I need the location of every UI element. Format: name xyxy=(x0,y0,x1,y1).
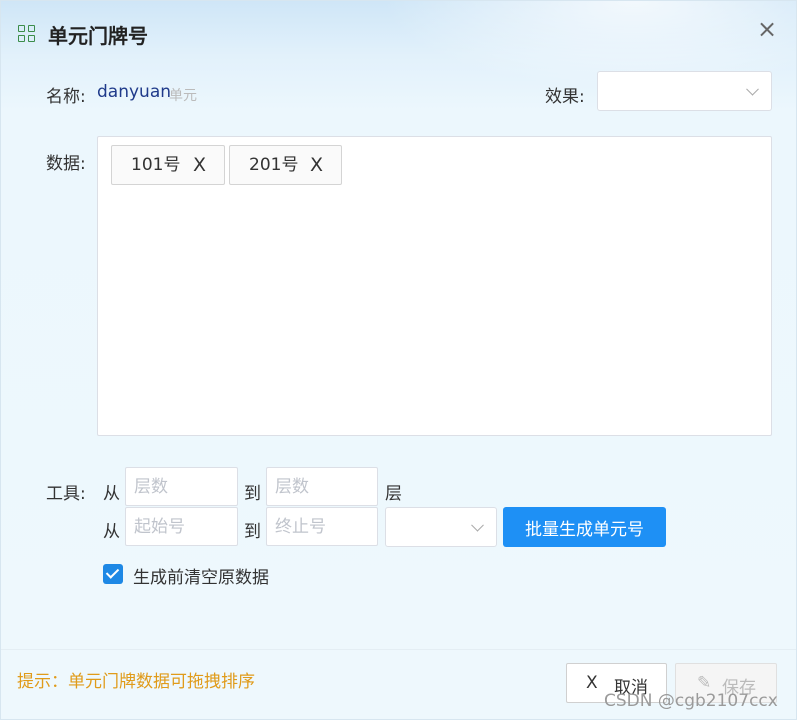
tools-label: 工具: xyxy=(46,484,86,504)
chevron-down-icon xyxy=(471,518,484,532)
remove-tag-icon[interactable]: X xyxy=(193,146,206,184)
data-tag-area[interactable]: 101号 X 201号 X xyxy=(97,136,772,436)
floor-from-input[interactable] xyxy=(125,467,238,506)
effect-label: 效果: xyxy=(545,87,585,107)
to-label: 到 xyxy=(244,522,261,542)
start-number-input[interactable] xyxy=(125,507,238,546)
tag-201[interactable]: 201号 X xyxy=(229,145,342,185)
from-label: 从 xyxy=(103,522,120,542)
footer-divider xyxy=(1,649,796,650)
name-hint: 单元 xyxy=(169,88,197,104)
chevron-down-icon xyxy=(746,82,759,96)
batch-generate-button[interactable]: 批量生成单元号 xyxy=(503,507,666,547)
tag-label: 201号 xyxy=(249,155,299,175)
watermark: CSDN @cgb2107ccx xyxy=(604,691,778,711)
dialog-title: 单元门牌号 xyxy=(48,24,148,48)
data-label: 数据: xyxy=(46,154,86,174)
close-icon: X xyxy=(586,673,598,693)
from-label: 从 xyxy=(103,484,120,504)
suffix-select[interactable] xyxy=(385,507,497,547)
effect-select[interactable] xyxy=(597,71,772,111)
name-label: 名称: xyxy=(46,87,86,107)
clear-data-label[interactable]: 生成前清空原数据 xyxy=(133,563,269,588)
clear-data-checkbox[interactable] xyxy=(103,564,123,584)
floor-to-input[interactable] xyxy=(266,467,378,506)
tag-101[interactable]: 101号 X xyxy=(111,145,225,185)
name-value: danyuan xyxy=(97,82,172,102)
tip-text: 提示：单元门牌数据可拖拽排序 xyxy=(17,672,255,692)
floor-unit-label: 层 xyxy=(385,484,402,504)
end-number-input[interactable] xyxy=(266,507,378,546)
to-label: 到 xyxy=(244,484,261,504)
unit-number-dialog: 单元门牌号 × 名称: danyuan 单元 效果: 数据: 101号 X 20… xyxy=(0,0,797,720)
close-icon[interactable]: × xyxy=(754,17,780,43)
edit-icon: ✎ xyxy=(697,673,712,693)
tag-label: 101号 xyxy=(131,155,181,175)
remove-tag-icon[interactable]: X xyxy=(310,146,323,184)
grid-icon xyxy=(18,25,36,43)
